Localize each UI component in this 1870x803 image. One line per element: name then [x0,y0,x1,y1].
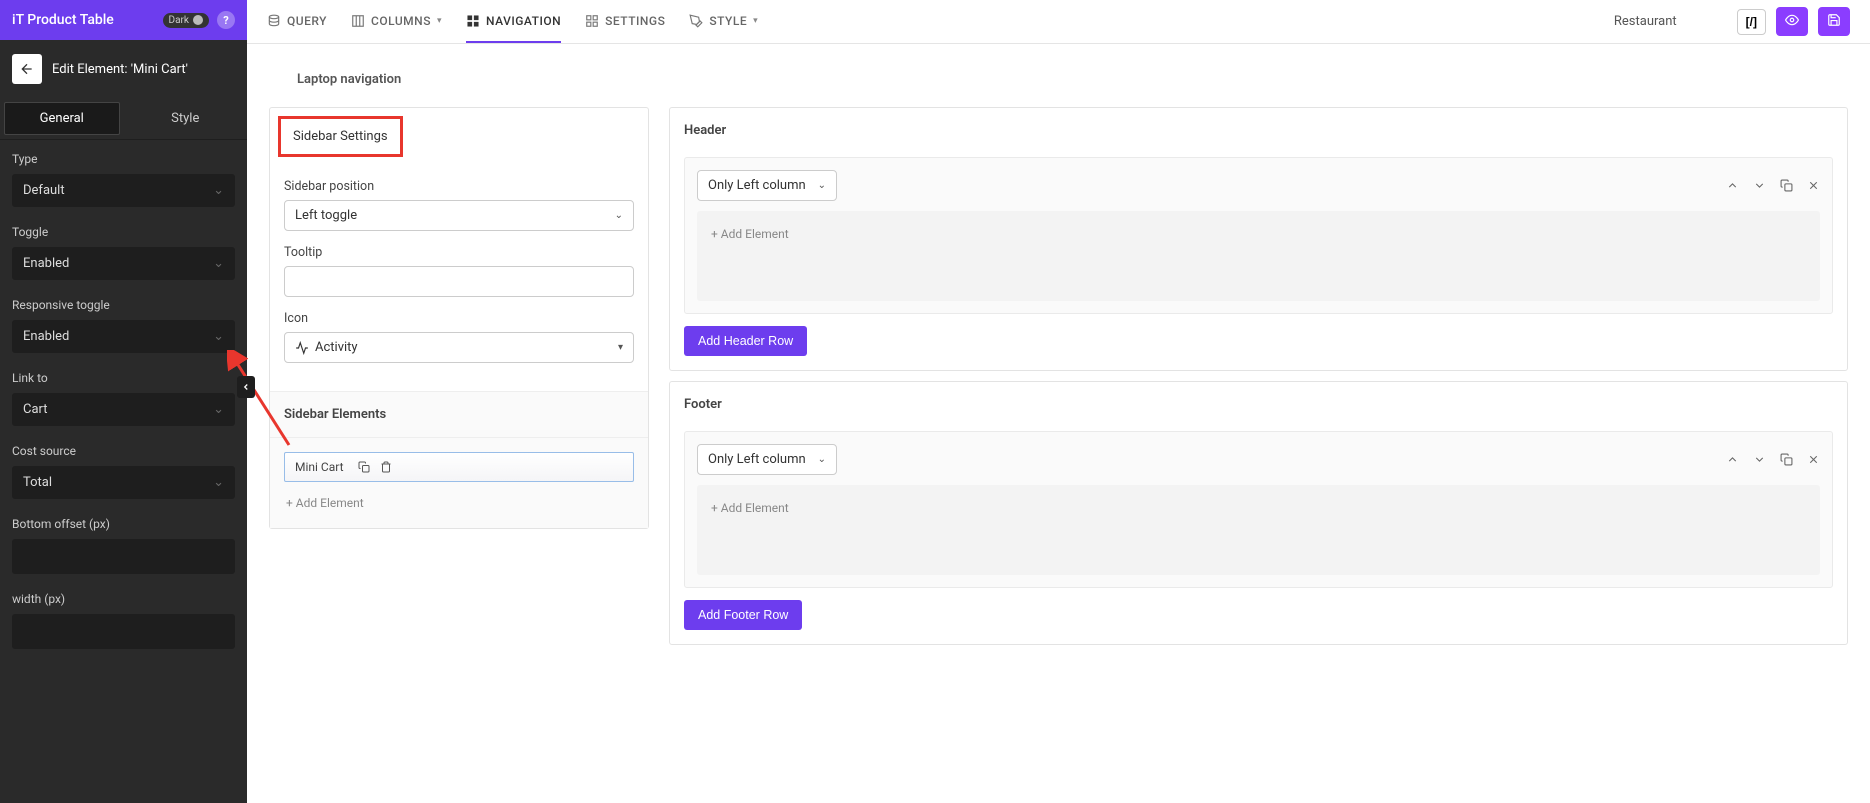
chevron-down-icon: ⌄ [818,454,826,465]
toggle-label: Toggle [12,225,235,239]
add-header-element[interactable]: + Add Element [709,223,1808,245]
main-area: QUERY COLUMNS ▾ NAVIGATION SETTINGS [247,0,1870,803]
back-label: Edit Element: 'Mini Cart' [52,62,188,77]
width-label: width (px) [12,592,235,606]
dark-mode-toggle[interactable]: Dark [163,13,209,28]
add-footer-element[interactable]: + Add Element [709,497,1808,519]
responsive-toggle-label: Responsive toggle [12,298,235,312]
width-input[interactable] [12,614,235,649]
code-view-button[interactable]: [/] [1737,9,1766,35]
add-sidebar-element[interactable]: + Add Element [284,492,634,514]
sidebar-position-label: Sidebar position [284,179,634,194]
save-icon [1827,13,1841,27]
bottom-offset-input[interactable] [12,539,235,574]
tab-style[interactable]: Style [128,102,244,135]
columns-icon [351,14,365,28]
save-button[interactable] [1818,7,1850,36]
tab-query[interactable]: QUERY [267,1,327,43]
chevron-down-icon: ⌄ [213,402,224,417]
help-icon[interactable]: ? [217,11,235,29]
brush-icon [689,14,703,28]
mini-cart-element[interactable]: Mini Cart [284,452,634,482]
toggle-select[interactable]: Enabled ⌄ [12,247,235,280]
database-icon [267,14,281,28]
sidebar-header: iT Product Table Dark ? [0,0,247,40]
type-select[interactable]: Default ⌄ [12,174,235,207]
sidebar-position-select[interactable]: Left toggle ⌄ [284,200,634,231]
toggle-knob-icon [193,15,203,25]
back-button[interactable] [12,54,42,84]
tooltip-input[interactable] [284,266,634,297]
footer-title: Footer [670,382,1847,427]
tab-style-top[interactable]: STYLE ▾ [689,1,758,43]
tab-navigation[interactable]: NAVIGATION [466,1,561,43]
chevron-down-icon: ⌄ [818,180,826,191]
settings-icon [585,14,599,28]
header-row: Only Left column ⌄ [684,157,1833,314]
back-row: Edit Element: 'Mini Cart' [0,40,247,98]
chevron-down-icon: ⌄ [615,210,623,221]
navigation-icon [466,14,480,28]
chevron-down-icon: ▾ [618,342,623,353]
add-header-row-button[interactable]: Add Header Row [684,326,807,356]
sidebar-elements-title: Sidebar Elements [270,391,648,438]
sidebar-settings-card: Sidebar Settings Sidebar position Left t… [269,107,649,529]
chevron-up-icon[interactable] [1726,453,1739,466]
bottom-offset-label: Bottom offset (px) [12,517,235,531]
link-to-label: Link to [12,371,235,385]
cost-source-label: Cost source [12,444,235,458]
footer-row: Only Left column ⌄ [684,431,1833,588]
top-toolbar: QUERY COLUMNS ▾ NAVIGATION SETTINGS [247,0,1870,44]
activity-icon [295,341,309,355]
chevron-down-icon[interactable] [1753,453,1766,466]
left-sidebar: iT Product Table Dark ? Edit Element: 'M… [0,0,247,803]
chevron-down-icon: ⌄ [213,256,224,271]
tab-general[interactable]: General [4,102,120,135]
header-title: Header [670,108,1847,153]
close-icon[interactable] [1807,453,1820,466]
chevron-down-icon: ▾ [437,16,442,26]
trash-icon[interactable] [380,461,392,473]
chevron-down-icon: ⌄ [213,183,224,198]
preview-button[interactable] [1776,7,1808,36]
copy-icon[interactable] [1780,453,1793,466]
header-column-select[interactable]: Only Left column ⌄ [697,170,837,201]
section-title: Laptop navigation [269,44,1848,107]
responsive-toggle-select[interactable]: Enabled ⌄ [12,320,235,353]
header-card: Header Only Left column ⌄ [669,107,1848,371]
link-to-select[interactable]: Cart ⌄ [12,393,235,426]
copy-icon[interactable] [1780,179,1793,192]
chevron-down-icon: ⌄ [213,329,224,344]
cost-source-select[interactable]: Total ⌄ [12,466,235,499]
tab-settings[interactable]: SETTINGS [585,1,665,43]
tab-columns[interactable]: COLUMNS ▾ [351,1,442,43]
chevron-down-icon: ▾ [753,16,758,26]
sidebar-tabs: General Style [0,98,247,140]
chevron-down-icon[interactable] [1753,179,1766,192]
footer-card: Footer Only Left column ⌄ [669,381,1848,645]
tooltip-label: Tooltip [284,245,634,260]
app-title: iT Product Table [12,12,114,28]
eye-icon [1785,13,1799,27]
sidebar-settings-title: Sidebar Settings [278,116,403,157]
project-name: Restaurant [1614,14,1677,29]
icon-select[interactable]: Activity ▾ [284,332,634,363]
copy-icon[interactable] [358,461,370,473]
close-icon[interactable] [1807,179,1820,192]
add-footer-row-button[interactable]: Add Footer Row [684,600,802,630]
chevron-down-icon: ⌄ [213,475,224,490]
icon-label: Icon [284,311,634,326]
collapse-sidebar-button[interactable] [237,376,255,398]
footer-column-select[interactable]: Only Left column ⌄ [697,444,837,475]
type-label: Type [12,152,235,166]
chevron-up-icon[interactable] [1726,179,1739,192]
